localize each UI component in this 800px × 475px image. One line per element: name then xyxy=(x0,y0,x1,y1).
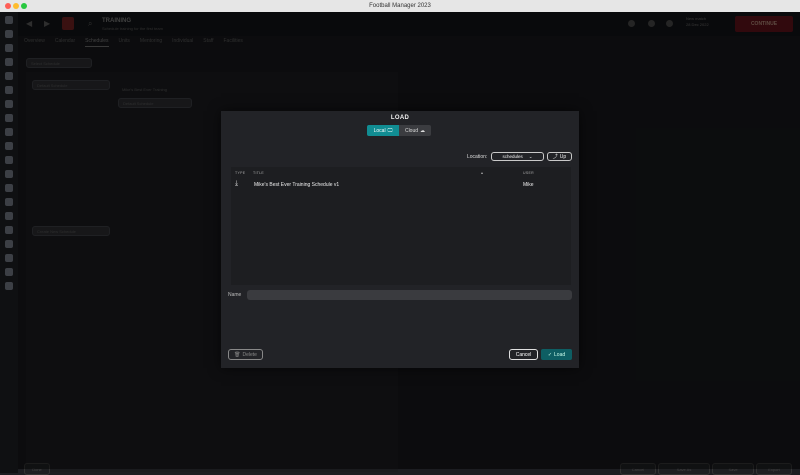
sort-ascending-icon[interactable]: ▴ xyxy=(481,170,483,175)
delete-button[interactable]: 🗑 Delete xyxy=(228,349,263,360)
club-vision-icon[interactable] xyxy=(5,170,13,178)
name-label: Name xyxy=(228,292,242,298)
column-header-type[interactable]: TYPE xyxy=(235,171,245,175)
shield-icon[interactable] xyxy=(5,240,13,248)
tactics-icon[interactable] xyxy=(5,58,13,66)
cloud-tab[interactable]: Cloud ☁ xyxy=(399,125,431,136)
local-tab[interactable]: Local 🖵 xyxy=(367,125,399,136)
location-select[interactable]: schedules ⌄ xyxy=(491,152,544,161)
row-user: Mike xyxy=(523,182,534,188)
dynamics-icon[interactable] xyxy=(5,128,13,136)
load-button[interactable]: ✓ Load xyxy=(541,349,572,360)
name-input[interactable] xyxy=(247,290,572,300)
transfers-icon[interactable] xyxy=(5,156,13,164)
location-value: schedules xyxy=(502,154,523,159)
table-row[interactable]: ⤓ Mike's Best Ever Training Schedule v1 … xyxy=(231,179,571,191)
trophy-icon[interactable] xyxy=(5,198,13,206)
up-arrow-icon: ⤴ xyxy=(552,154,558,160)
storage-toggle: Local 🖵 Cloud ☁ xyxy=(367,125,431,136)
load-dialog: LOAD Local 🖵 Cloud ☁ Location: schedules… xyxy=(221,111,579,368)
staff-icon[interactable] xyxy=(5,86,13,94)
trash-icon: 🗑 xyxy=(234,351,241,358)
sidebar-rail xyxy=(0,12,18,473)
maximize-window-button[interactable] xyxy=(21,3,27,9)
download-icon: ⤓ xyxy=(235,180,239,187)
home-icon[interactable] xyxy=(5,16,13,24)
scouting-icon[interactable] xyxy=(5,142,13,150)
squad-icon[interactable] xyxy=(5,44,13,52)
finances-icon[interactable] xyxy=(5,184,13,192)
window-title: Football Manager 2023 xyxy=(369,3,431,9)
cancel-button[interactable]: Cancel xyxy=(509,349,538,360)
medical-icon[interactable] xyxy=(5,114,13,122)
monitor-icon: 🖵 xyxy=(387,127,393,134)
up-button[interactable]: ⤴ Up xyxy=(547,152,572,161)
dialog-title: LOAD xyxy=(390,115,410,121)
minimize-window-button[interactable] xyxy=(13,3,19,9)
file-list: TYPE TITLE ▴ USER ⤓ Mike's Best Ever Tra… xyxy=(231,167,571,285)
history-icon[interactable] xyxy=(5,226,13,234)
search-icon[interactable] xyxy=(5,212,13,220)
up-label: Up xyxy=(559,153,567,160)
checkmark-icon: ✓ xyxy=(547,351,553,358)
news-icon[interactable] xyxy=(5,268,13,276)
delete-label: Delete xyxy=(242,351,257,358)
cloud-icon: ☁ xyxy=(420,127,426,134)
load-label: Load xyxy=(554,351,566,358)
calendar-icon[interactable] xyxy=(5,254,13,262)
location-label: Location: xyxy=(467,154,488,160)
chevron-down-icon: ⌄ xyxy=(528,153,533,159)
column-header-user[interactable]: USER xyxy=(523,171,534,175)
cloud-label: Cloud xyxy=(404,127,419,134)
stats-icon[interactable] xyxy=(5,282,13,290)
training-icon[interactable] xyxy=(5,100,13,108)
row-title: Mike's Best Ever Training Schedule v1 xyxy=(254,182,340,188)
inbox-icon[interactable] xyxy=(5,30,13,38)
column-header-title[interactable]: TITLE xyxy=(253,171,264,175)
data-hub-icon[interactable] xyxy=(5,72,13,80)
close-window-button[interactable] xyxy=(5,3,11,9)
local-label: Local xyxy=(373,127,386,134)
